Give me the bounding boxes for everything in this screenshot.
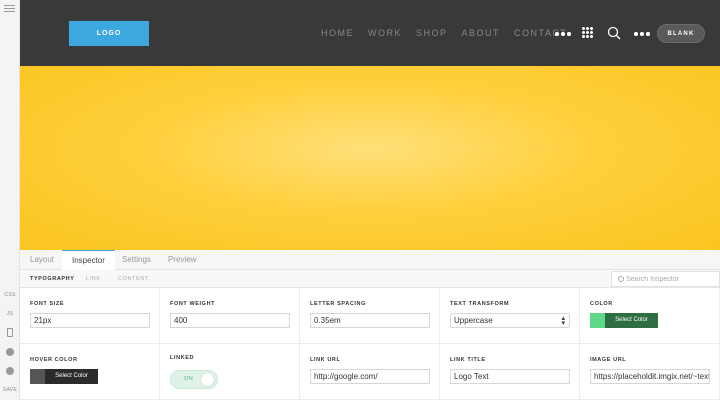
hover-color-select-button[interactable]: Select Color (30, 369, 98, 384)
hover-color-label: HOVER COLOR (30, 357, 78, 363)
font-size-input[interactable]: 21px (30, 313, 150, 328)
hero-section (20, 66, 720, 250)
link-title-cell: LINK TITLE Logo Text (440, 344, 580, 400)
tab-inspector[interactable]: Inspector (62, 250, 115, 271)
color-cell: COLOR Select Color (580, 288, 720, 344)
tab-preview[interactable]: Preview (168, 250, 196, 270)
font-weight-label: FONT WEIGHT (170, 301, 216, 307)
font-weight-cell: FONT WEIGHT 400 (160, 288, 300, 344)
grid-icon[interactable] (582, 27, 593, 38)
color-swatch (590, 313, 605, 328)
tab-settings[interactable]: Settings (122, 250, 151, 270)
subtab-typography[interactable]: TYPOGRAPHY (30, 270, 75, 288)
text-transform-label: TEXT TRANSFORM (450, 301, 510, 307)
nav-home[interactable]: HOME (321, 28, 354, 38)
device-icon[interactable] (7, 328, 13, 337)
hover-color-select-label: Select Color (45, 369, 98, 384)
subtab-content[interactable]: CONTENT (118, 270, 149, 288)
inspector-search-input[interactable] (626, 273, 718, 285)
color-label: COLOR (590, 301, 613, 307)
link-url-input[interactable]: http://google.com/ (310, 369, 430, 384)
more-dots-icon-2[interactable] (634, 32, 650, 36)
hover-color-cell: HOVER COLOR Select Color (20, 344, 160, 400)
search-icon[interactable] (607, 26, 621, 40)
nav-work[interactable]: WORK (368, 28, 402, 38)
font-weight-input[interactable]: 400 (170, 313, 290, 328)
letter-spacing-cell: LETTER SPACING 0.35em (300, 288, 440, 344)
image-url-label: IMAGE URL (590, 357, 627, 363)
editor-tabs: Layout Inspector Settings Preview (20, 250, 720, 271)
more-dots-icon[interactable] (555, 32, 571, 36)
image-url-input[interactable]: https://placeholdit.imgix.net/~text? (590, 369, 710, 384)
text-transform-select[interactable]: Uppercase ▴ ▾ (450, 313, 570, 328)
js-tab[interactable]: JS (0, 311, 20, 317)
linked-label: LINKED (170, 355, 195, 361)
color-select-label: Select Color (605, 313, 658, 328)
text-transform-value: Uppercase (454, 316, 493, 325)
help-icon[interactable] (6, 367, 14, 375)
link-url-cell: LINK URL http://google.com/ (300, 344, 440, 400)
link-title-label: LINK TITLE (450, 357, 486, 363)
inspector-subtabs: TYPOGRAPHY LINK CONTENT (20, 270, 720, 288)
color-select-button[interactable]: Select Color (590, 313, 658, 328)
blank-button[interactable]: BLANK (657, 24, 705, 43)
toggle-knob (201, 373, 214, 386)
search-icon (618, 276, 624, 282)
linked-cell: LINKED ON (160, 344, 300, 400)
nav-shop[interactable]: SHOP (416, 28, 448, 38)
image-url-cell: IMAGE URL https://placeholdit.imgix.net/… (580, 344, 720, 400)
link-url-label: LINK URL (310, 357, 341, 363)
main-nav: HOME WORK SHOP ABOUT CONTACT (321, 28, 567, 38)
tab-layout[interactable]: Layout (30, 250, 54, 270)
font-size-label: FONT SIZE (30, 301, 65, 307)
properties-grid: FONT SIZE 21px FONT WEIGHT 400 LETTER SP… (20, 288, 720, 400)
site-header-preview: LOGO HOME WORK SHOP ABOUT CONTACT BLANK (20, 0, 720, 66)
letter-spacing-input[interactable]: 0.35em (310, 313, 430, 328)
toggle-state-label: ON (184, 376, 194, 382)
select-arrows-icon: ▴ ▾ (561, 315, 565, 327)
nav-about[interactable]: ABOUT (462, 28, 501, 38)
hamburger-menu-icon[interactable] (4, 5, 15, 14)
save-button[interactable]: SAVE (0, 387, 20, 393)
left-sidebar: CSS JS SAVE (0, 0, 20, 400)
link-title-input[interactable]: Logo Text (450, 369, 570, 384)
font-size-cell: FONT SIZE 21px (20, 288, 160, 344)
subtab-link[interactable]: LINK (86, 270, 101, 288)
letter-spacing-label: LETTER SPACING (310, 301, 366, 307)
text-transform-cell: TEXT TRANSFORM Uppercase ▴ ▾ (440, 288, 580, 344)
css-tab[interactable]: CSS (0, 292, 20, 298)
linked-toggle[interactable]: ON (170, 370, 218, 389)
inspector-search[interactable] (611, 271, 720, 287)
settings-icon[interactable] (6, 348, 14, 356)
hover-color-swatch (30, 369, 45, 384)
logo[interactable]: LOGO (69, 21, 149, 46)
